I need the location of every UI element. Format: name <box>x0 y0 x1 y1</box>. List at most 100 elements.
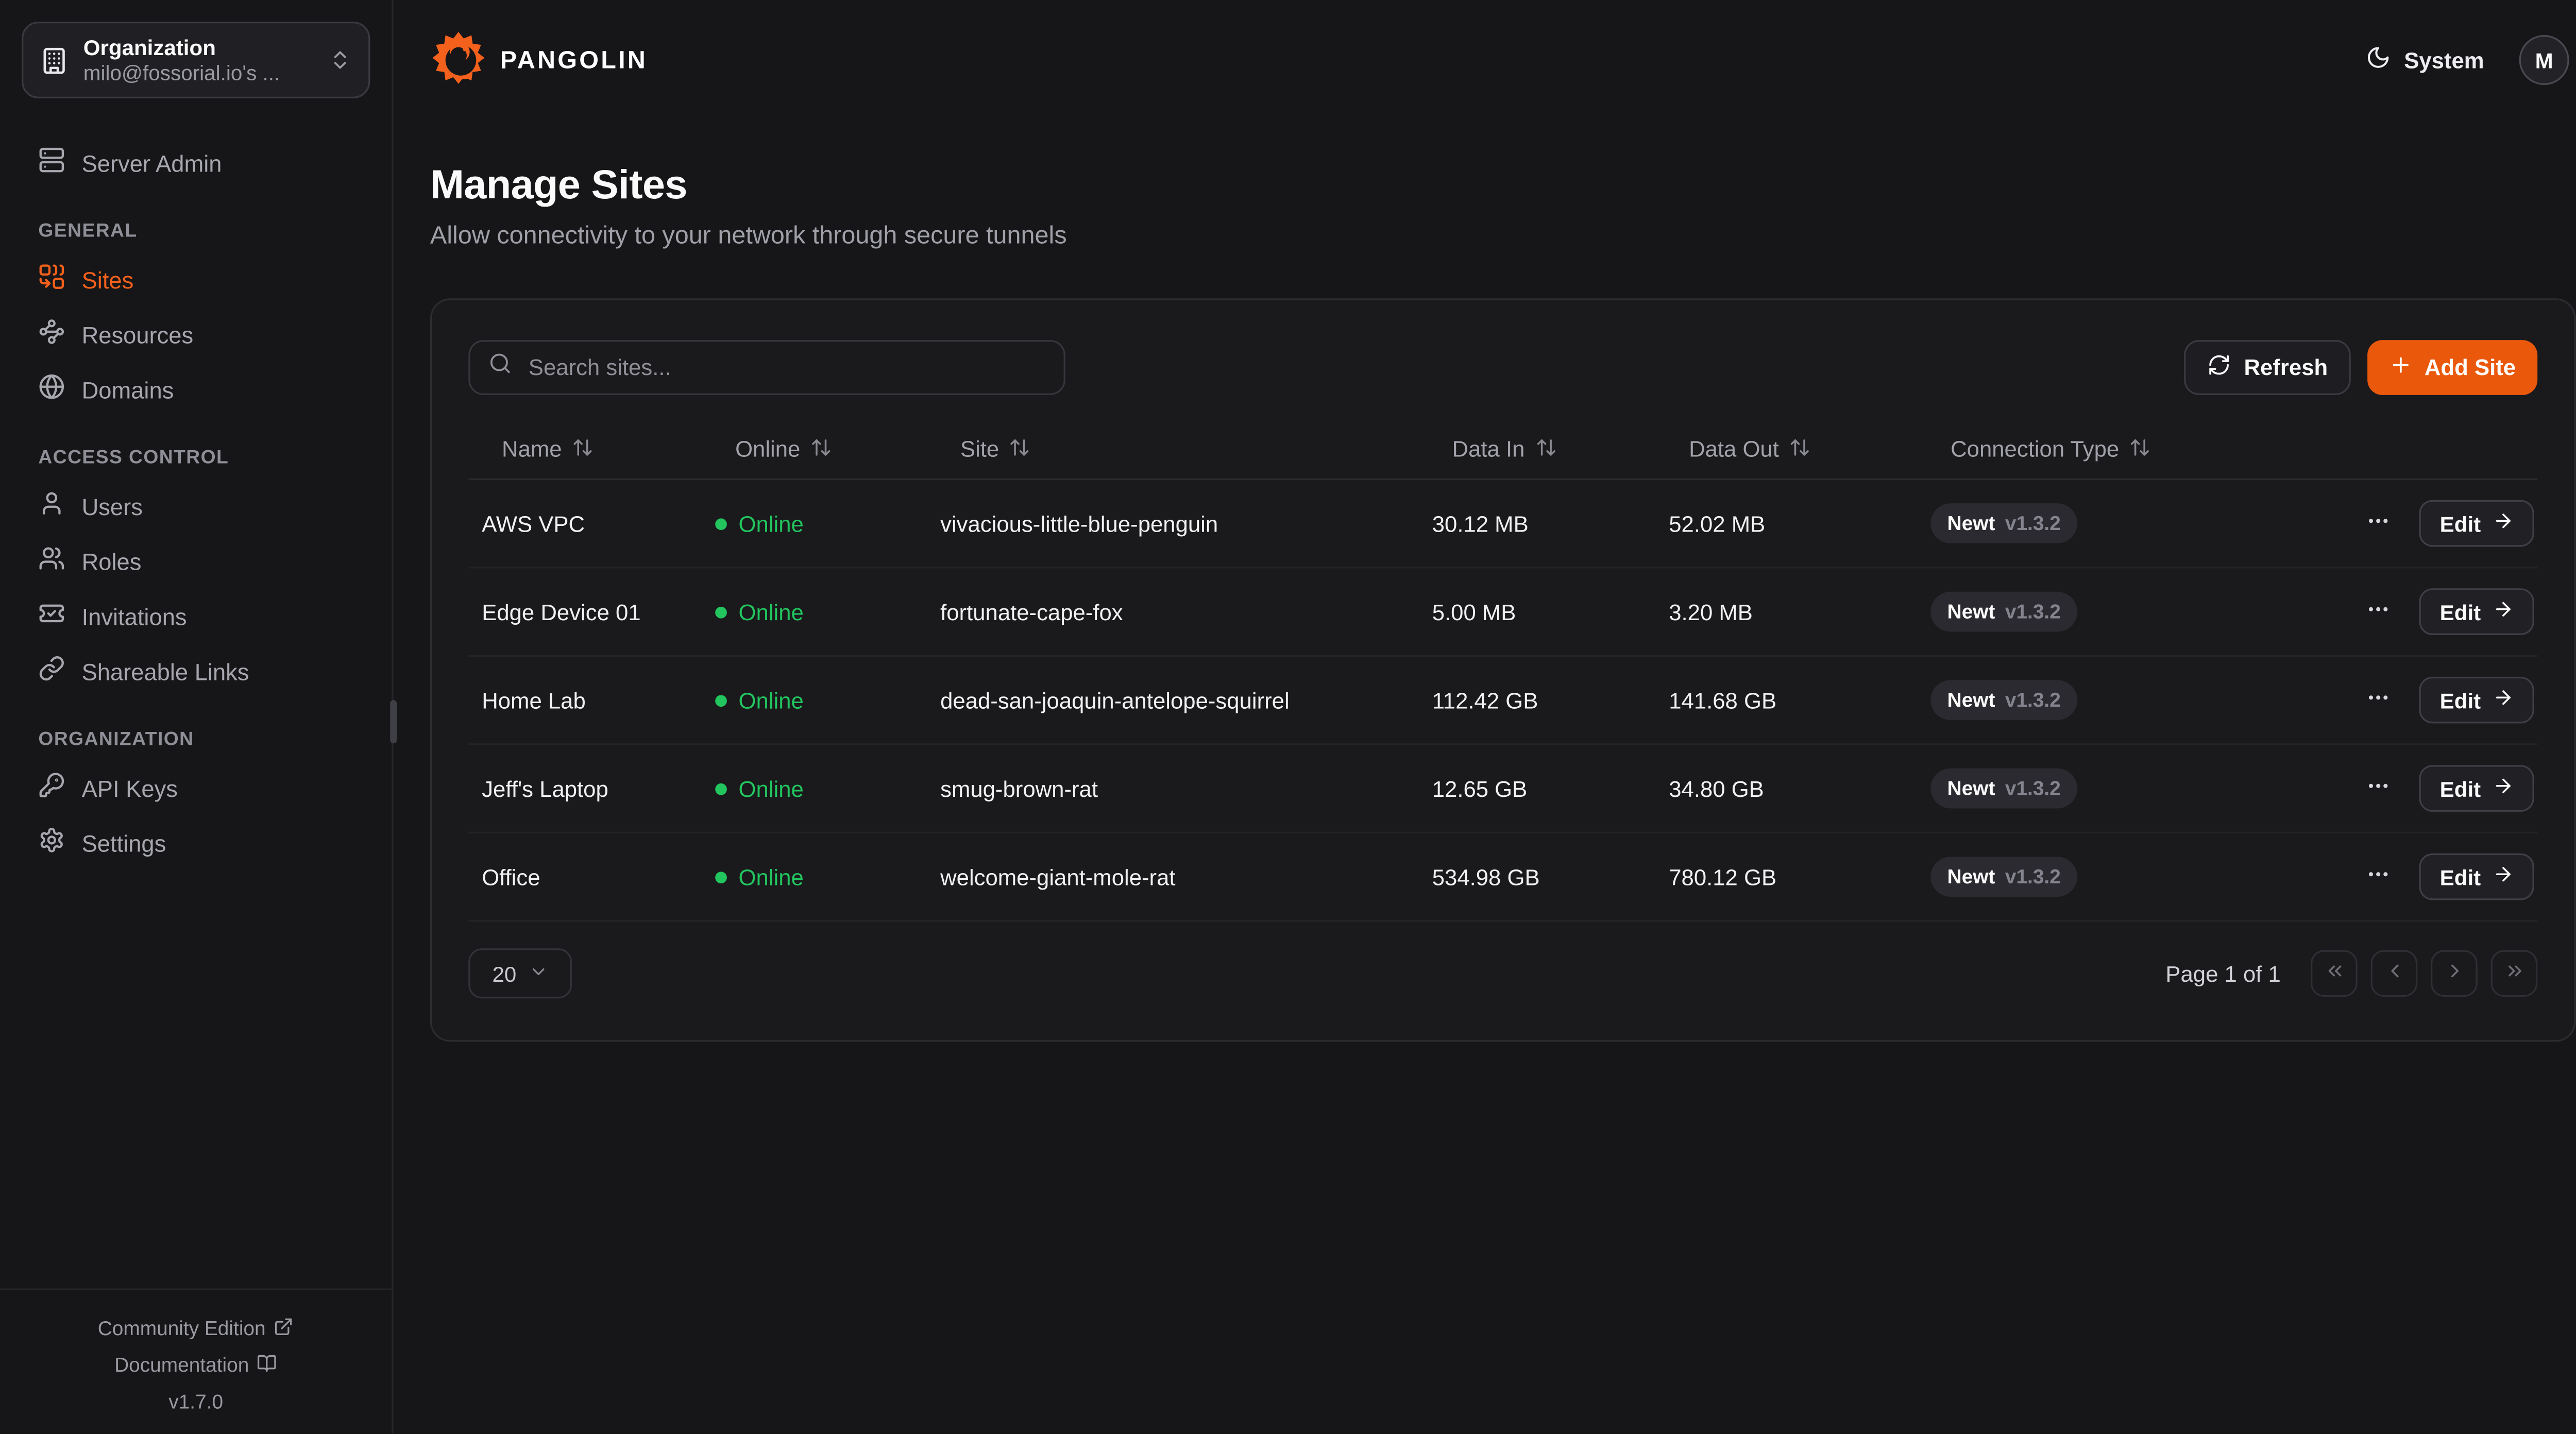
previous-page-button[interactable] <box>2371 950 2418 997</box>
connection-type-badge: Newtv1.3.2 <box>1930 503 2077 543</box>
column-header-site[interactable]: Site <box>927 436 1419 463</box>
sidebar-item-domains[interactable]: Domains <box>22 362 370 417</box>
key-icon <box>38 772 65 803</box>
sidebar-item-roles[interactable]: Roles <box>22 534 370 589</box>
brand-logo[interactable]: PANGOLIN <box>430 27 648 92</box>
sidebar-item-settings[interactable]: Settings <box>22 815 370 870</box>
row-menu-button[interactable] <box>2360 682 2396 719</box>
footer-link-label: Documentation <box>114 1354 249 1377</box>
arrow-right-icon <box>2493 687 2514 713</box>
table-header-row: Name Online Site Data In Data Out Connec… <box>468 420 2537 480</box>
page-content: Manage Sites Allow connectivity to your … <box>394 120 2576 1042</box>
brand-name: PANGOLIN <box>500 46 648 74</box>
column-header-connection-type[interactable]: Connection Type <box>1917 436 2289 463</box>
add-site-button[interactable]: Add Site <box>2368 340 2537 395</box>
edit-button[interactable]: Edit <box>2420 588 2534 635</box>
gear-icon <box>38 827 65 858</box>
table-row: AWS VPC Online vivacious-little-blue-pen… <box>468 480 2537 569</box>
column-header-data-out[interactable]: Data Out <box>1655 436 1917 463</box>
row-menu-button[interactable] <box>2360 770 2396 807</box>
org-selector-text: Organization milo@fossorial.io's ... <box>83 34 314 86</box>
pagination-right: Page 1 of 1 <box>2165 950 2537 997</box>
chevron-left-icon <box>2383 960 2405 987</box>
sidebar-item-shareable-links[interactable]: Shareable Links <box>22 643 370 698</box>
cell-online-status: Online <box>702 599 927 624</box>
cell-data-out: 3.20 MB <box>1655 599 1917 624</box>
cell-name: Office <box>468 864 702 890</box>
cell-site: vivacious-little-blue-penguin <box>927 511 1419 536</box>
arrow-up-down-icon <box>1535 436 1556 463</box>
column-header-name[interactable]: Name <box>468 436 702 463</box>
sidebar-item-sites[interactable]: Sites <box>22 252 370 307</box>
app-version: v1.7.0 <box>0 1384 392 1420</box>
main-area: PANGOLIN System M Manage Sites Allow con… <box>394 0 2576 1433</box>
ellipsis-icon <box>2366 596 2391 626</box>
sidebar-item-api-keys[interactable]: API Keys <box>22 760 370 815</box>
column-header-online[interactable]: Online <box>702 436 927 463</box>
org-selector[interactable]: Organization milo@fossorial.io's ... <box>22 22 370 98</box>
sidebar-resize-handle[interactable] <box>390 700 397 743</box>
cell-actions: Edit <box>2289 765 2537 812</box>
edit-button[interactable]: Edit <box>2420 853 2534 900</box>
section-label-general: GENERAL <box>22 221 370 242</box>
last-page-button[interactable] <box>2491 950 2538 997</box>
link-icon <box>38 655 65 687</box>
cell-data-in: 534.98 GB <box>1419 864 1656 890</box>
sidebar: Organization milo@fossorial.io's ... Ser… <box>0 0 394 1433</box>
footer-link-label: Community Edition <box>98 1317 266 1340</box>
cell-site: dead-san-joaquin-antelope-squirrel <box>927 688 1419 713</box>
column-header-data-in[interactable]: Data In <box>1419 436 1656 463</box>
waypoints-icon <box>38 318 65 350</box>
documentation-link[interactable]: Documentation <box>0 1347 392 1384</box>
cell-data-out: 141.68 GB <box>1655 688 1917 713</box>
org-selector-label: Organization <box>83 34 314 62</box>
cell-actions: Edit <box>2289 500 2537 547</box>
cell-connection-type: Newtv1.3.2 <box>1917 680 2289 720</box>
ticket-check-icon <box>38 600 65 631</box>
avatar[interactable]: M <box>2519 35 2569 85</box>
cell-data-out: 34.80 GB <box>1655 776 1917 801</box>
cell-connection-type: Newtv1.3.2 <box>1917 857 2289 897</box>
sidebar-item-label: Users <box>82 492 143 519</box>
first-page-button[interactable] <box>2311 950 2358 997</box>
refresh-button[interactable]: Refresh <box>2184 340 2351 395</box>
sidebar-item-invitations[interactable]: Invitations <box>22 588 370 643</box>
cell-site: fortunate-cape-fox <box>927 599 1419 624</box>
sidebar-item-resources[interactable]: Resources <box>22 306 370 362</box>
table-row: Office Online welcome-giant-mole-rat 534… <box>468 833 2537 922</box>
cell-connection-type: Newtv1.3.2 <box>1917 592 2289 632</box>
chevrons-right-icon <box>2503 960 2525 987</box>
arrow-up-down-icon <box>1789 436 1810 463</box>
sidebar-item-label: Settings <box>82 829 166 856</box>
refresh-icon <box>2207 353 2230 382</box>
community-edition-link[interactable]: Community Edition <box>0 1310 392 1346</box>
cell-online-status: Online <box>702 688 927 713</box>
cell-name: AWS VPC <box>468 511 702 536</box>
sidebar-item-label: Domains <box>82 376 174 403</box>
connection-type-badge: Newtv1.3.2 <box>1930 680 2077 720</box>
page-size-select[interactable]: 20 <box>468 948 572 998</box>
sidebar-item-label: Server Admin <box>82 149 222 176</box>
edit-button[interactable]: Edit <box>2420 765 2534 812</box>
cell-data-in: 30.12 MB <box>1419 511 1656 536</box>
search-icon <box>488 352 512 383</box>
online-status-dot <box>715 782 727 794</box>
arrow-right-icon <box>2493 599 2514 625</box>
toolbar-actions: Refresh Add Site <box>2184 340 2537 395</box>
search-input[interactable] <box>525 353 1045 382</box>
sidebar-item-label: Sites <box>82 266 134 293</box>
edit-button[interactable]: Edit <box>2420 500 2534 547</box>
sidebar-item-users[interactable]: Users <box>22 479 370 534</box>
arrow-up-down-icon <box>1009 436 1031 463</box>
cell-data-in: 12.65 GB <box>1419 776 1656 801</box>
sidebar-item-server-admin[interactable]: Server Admin <box>22 135 370 190</box>
theme-toggle[interactable]: System <box>2366 45 2484 75</box>
edit-button[interactable]: Edit <box>2420 677 2534 724</box>
row-menu-button[interactable] <box>2360 859 2396 895</box>
connection-type-badge: Newtv1.3.2 <box>1930 769 2077 809</box>
row-menu-button[interactable] <box>2360 505 2396 542</box>
sites-card: Refresh Add Site Name Online Site Data I… <box>430 298 2576 1042</box>
row-menu-button[interactable] <box>2360 593 2396 630</box>
next-page-button[interactable] <box>2431 950 2478 997</box>
avatar-initial: M <box>2535 47 2553 73</box>
